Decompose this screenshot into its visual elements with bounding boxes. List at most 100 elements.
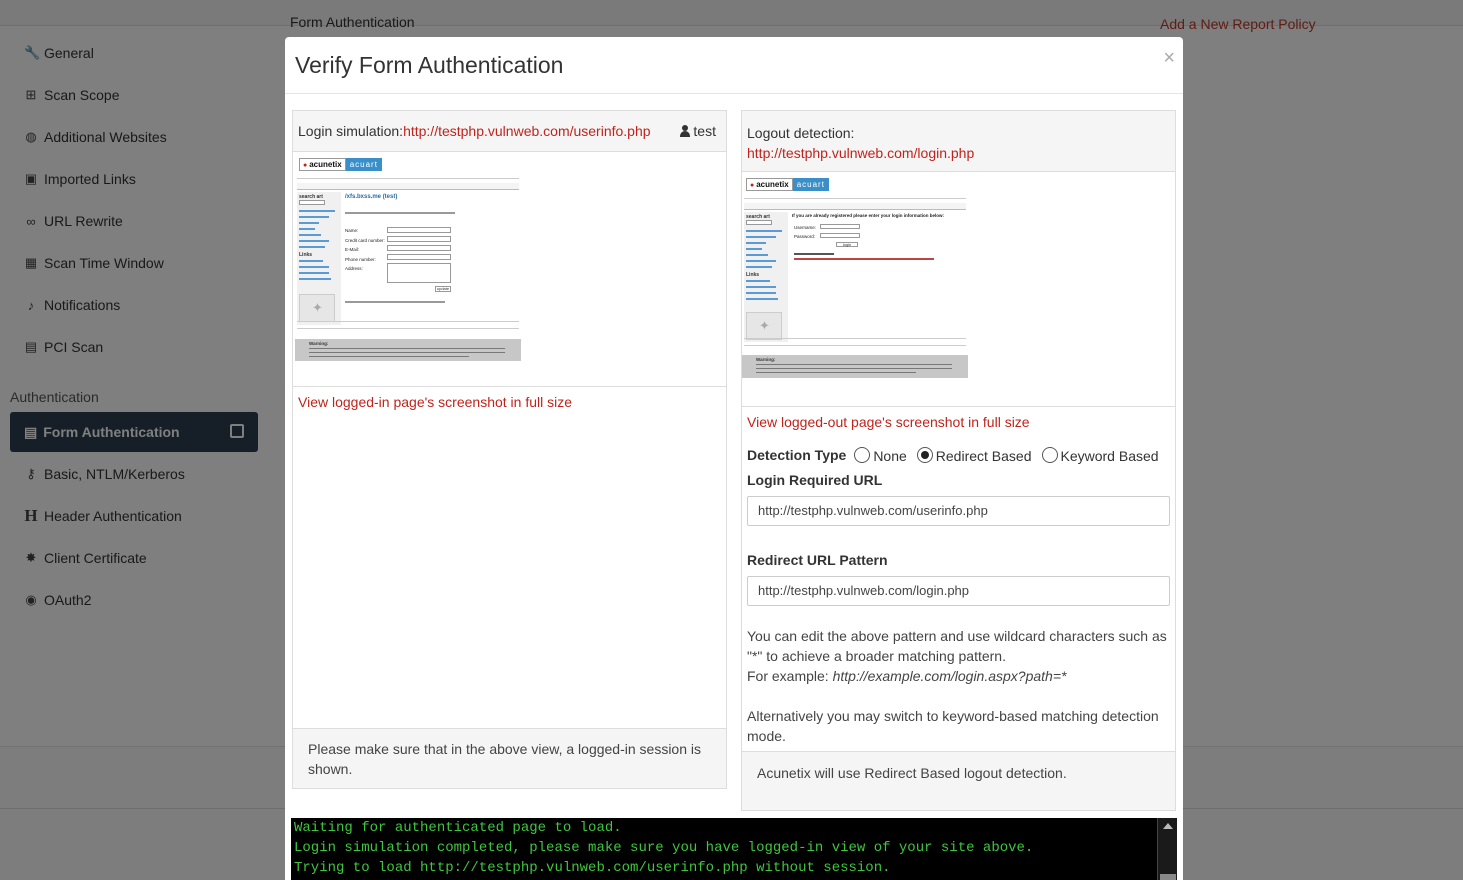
mock-field-label: E-Mail: <box>345 247 360 252</box>
mock-sidebar: search art Links <box>744 212 788 342</box>
mock-input <box>387 254 451 260</box>
view-logged-out-screenshot-link[interactable]: View logged-out page's screenshot in ful… <box>747 414 1030 430</box>
mock-field-label: Username: <box>794 225 817 230</box>
scroll-up-icon[interactable] <box>1163 823 1173 829</box>
mock-warning: Warning: <box>295 339 521 361</box>
mock-topbar <box>744 193 966 199</box>
mock-link <box>746 260 776 262</box>
mock-form-labels: Name: Credit card number: E-Mail: Phone … <box>345 226 385 274</box>
mock-links-title: Links <box>746 272 760 278</box>
mock-link <box>299 228 315 230</box>
mock-link <box>746 248 762 250</box>
mock-link <box>299 266 329 268</box>
mock-form-labels: Username: Password: <box>794 223 816 241</box>
mock-footer <box>297 321 519 329</box>
mock-field-label: Address: <box>345 266 363 271</box>
modal-header: Verify Form Authentication × <box>285 37 1183 94</box>
mock-login-button: login <box>836 242 858 247</box>
mock-links-title: Links <box>299 252 313 258</box>
mock-link <box>299 210 335 212</box>
mock-topbar <box>297 173 519 179</box>
user-tag: test <box>680 123 716 139</box>
logout-detection-label: Logout detection: <box>747 125 855 141</box>
mock-input <box>820 233 860 238</box>
scroll-thumb[interactable] <box>1160 874 1176 880</box>
radio-label: Redirect Based <box>935 448 1032 464</box>
redirect-url-pattern-label: Redirect URL Pattern <box>747 552 888 568</box>
mock-text-line <box>345 212 455 214</box>
mock-warning: Warning: <box>742 355 968 378</box>
mock-field-label: Phone number: <box>345 256 376 262</box>
mock-page-heading: If you are already registered please ent… <box>792 213 945 218</box>
mock-input <box>387 245 451 251</box>
mock-nav <box>744 203 966 210</box>
mock-text-line <box>756 364 952 365</box>
keyword-alt-help: Alternatively you may switch to keyword-… <box>747 708 1159 744</box>
radio-none[interactable]: None <box>854 445 907 464</box>
mock-field-label: Password: <box>794 234 816 239</box>
redirect-url-pattern-input[interactable]: http://testphp.vulnweb.com/login.php <box>747 576 1170 606</box>
login-required-url-label: Login Required URL <box>747 472 883 488</box>
logged-in-screenshot[interactable]: acunetixacuart search art Links <box>295 155 521 361</box>
plugin-placeholder-icon <box>746 312 782 340</box>
mock-footer <box>744 338 966 346</box>
mock-link <box>299 260 323 262</box>
username: test <box>693 123 716 139</box>
login-simulation-label: Login simulation: <box>298 123 404 139</box>
plugin-placeholder-icon <box>299 294 335 322</box>
login-simulation-url[interactable]: http://testphp.vulnweb.com/userinfo.php <box>403 123 650 139</box>
mock-text-line <box>794 253 834 255</box>
view-logged-in-screenshot-link[interactable]: View logged-in page's screenshot in full… <box>298 394 572 410</box>
radio-redirect-circle[interactable] <box>916 446 933 463</box>
mock-link <box>299 278 331 280</box>
mock-link <box>299 222 319 224</box>
mock-link <box>746 286 776 288</box>
login-simulation-title: Login simulation:http://testphp.vulnweb.… <box>298 123 651 139</box>
logged-out-screenshot-area: acunetixacuart search art Links <box>742 172 1175 407</box>
logout-detection-url[interactable]: http://testphp.vulnweb.com/login.php <box>747 143 1170 163</box>
radio-redirect-based[interactable]: Redirect Based <box>916 445 1032 464</box>
logout-detection-panel: Logout detection: http://testphp.vulnweb… <box>741 110 1176 811</box>
mock-link <box>299 272 329 274</box>
login-simulation-header: Login simulation:http://testphp.vulnweb.… <box>293 111 726 152</box>
mock-link <box>746 242 766 244</box>
mock-text-line <box>345 301 445 303</box>
mock-warning-title: Warning: <box>309 341 329 346</box>
mock-text-line <box>309 352 505 353</box>
mock-text-line <box>794 258 934 260</box>
login-required-url-input[interactable]: http://testphp.vulnweb.com/userinfo.php <box>747 496 1170 526</box>
user-icon <box>680 125 691 137</box>
mock-search-box <box>299 200 325 205</box>
mock-link <box>299 240 329 242</box>
mock-nav <box>297 183 519 190</box>
mock-update-button: update <box>435 286 451 292</box>
mock-input <box>387 236 451 242</box>
log-console[interactable]: Waiting for authenticated page to load. … <box>291 818 1177 880</box>
radio-none-circle[interactable] <box>854 446 871 463</box>
mock-warning-title: Warning: <box>756 357 776 362</box>
mock-input <box>387 227 451 233</box>
console-line: Login simulation completed, please make … <box>294 840 1034 856</box>
logged-in-screenshot-area: acunetixacuart search art Links <box>293 152 726 387</box>
mock-text-line <box>309 356 469 357</box>
mock-link <box>746 298 778 300</box>
acunetix-logo: acunetixacuart <box>746 178 829 191</box>
mock-text-line <box>756 368 952 369</box>
console-scrollbar[interactable] <box>1157 818 1177 880</box>
acunetix-logo: acunetixacuart <box>299 158 382 171</box>
radio-keyword-based[interactable]: Keyword Based <box>1041 445 1159 464</box>
verify-form-auth-modal: Verify Form Authentication × Login simul… <box>285 37 1183 880</box>
radio-label: None <box>873 448 907 464</box>
console-line: Trying to load http://testphp.vulnweb.co… <box>294 860 891 876</box>
pattern-help-text: You can edit the above pattern and use w… <box>747 628 1167 664</box>
logged-out-screenshot[interactable]: acunetixacuart search art Links <box>742 175 968 381</box>
close-icon[interactable]: × <box>1163 47 1175 70</box>
mock-link <box>746 280 770 282</box>
console-line: Waiting for authenticated page to load. <box>294 820 622 836</box>
radio-keyword-circle[interactable] <box>1041 446 1058 463</box>
detection-type-row: Detection Type None Redirect Based Keywo… <box>747 445 1169 464</box>
mock-sidebar: search art Links <box>297 192 341 325</box>
radio-label: Keyword Based <box>1060 448 1159 464</box>
modal-title: Verify Form Authentication <box>295 52 564 78</box>
mock-link <box>299 246 325 248</box>
